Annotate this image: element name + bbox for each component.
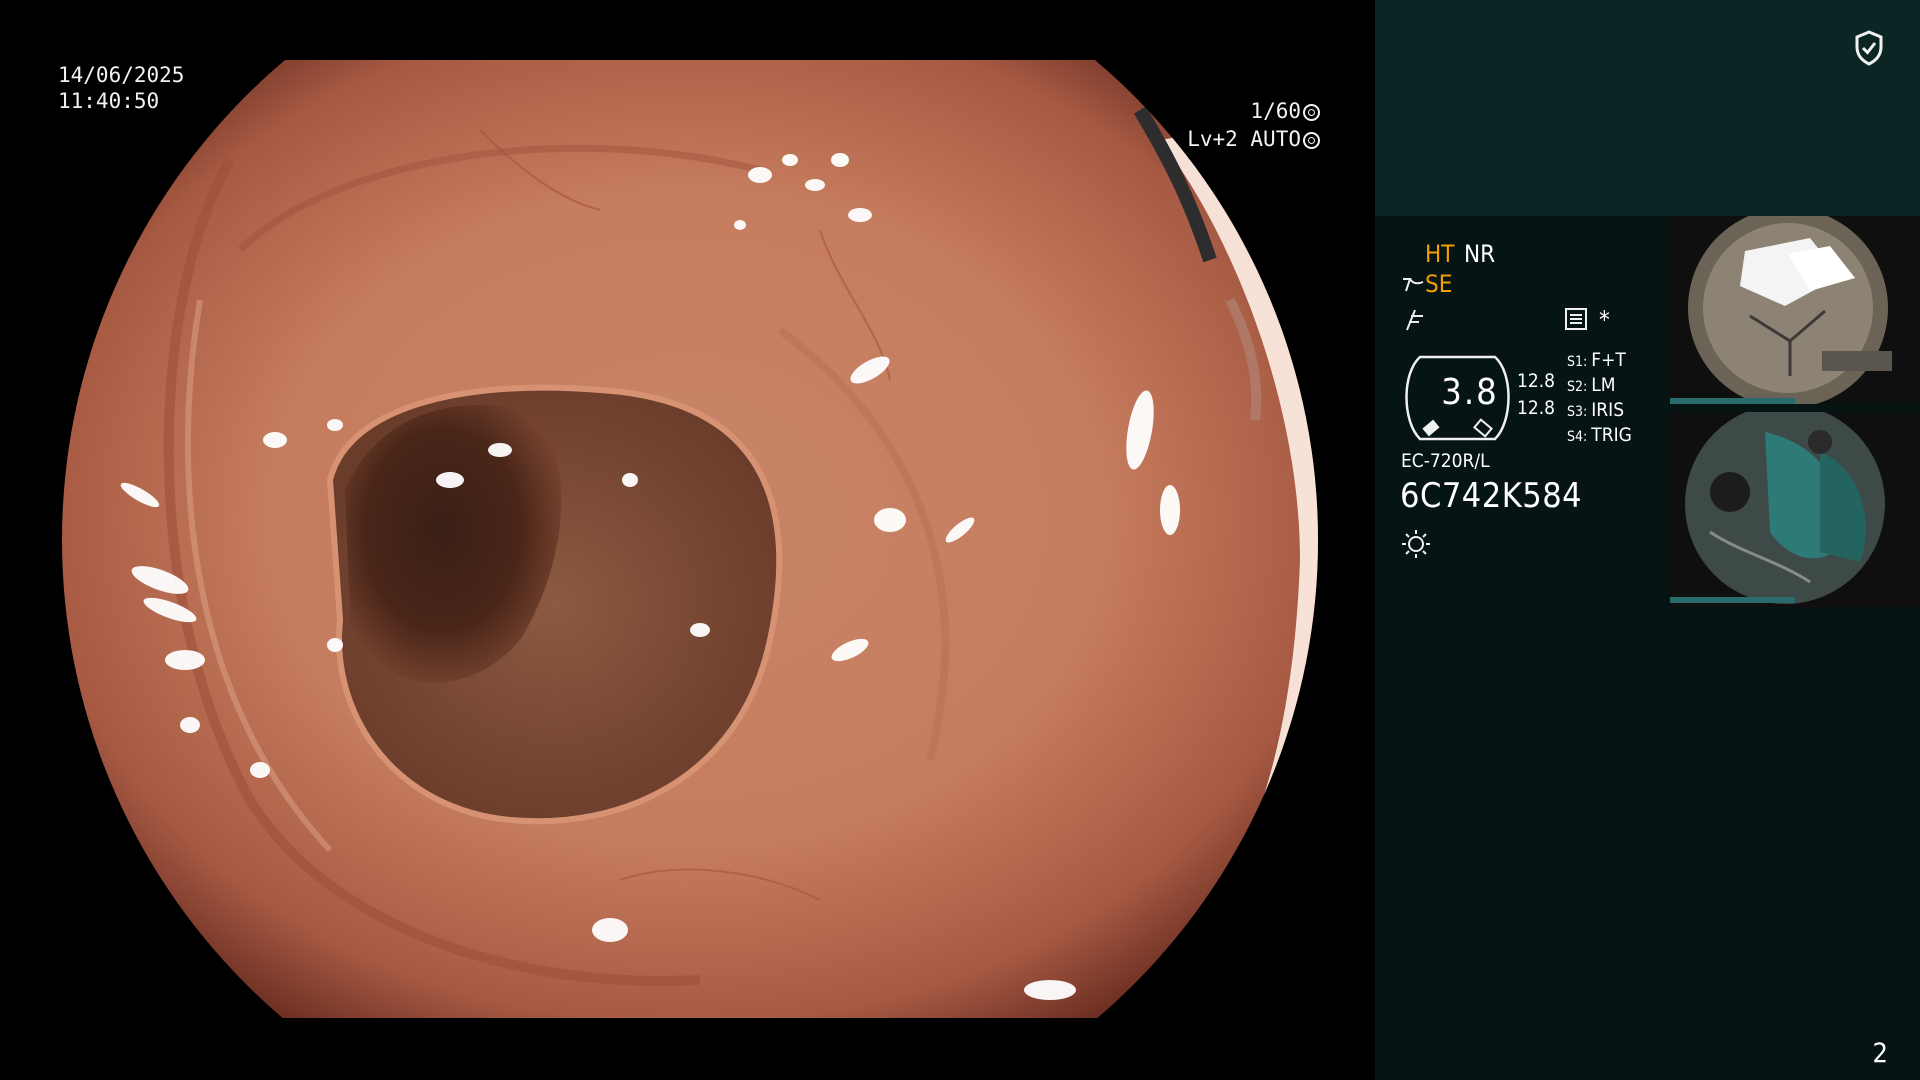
switch-value: LM [1591,374,1616,396]
parameter-b: 12.8 [1517,397,1556,419]
agc-level: Lv+2 AUTO [1187,127,1301,151]
room-camera-thumbnail-2[interactable] [1670,412,1920,607]
enhance-bars-icon [1565,308,1587,330]
zoom-value: 3.8 [1441,372,1499,413]
ht-indicator: HT [1425,240,1455,268]
scope-serial: 6C742K584 [1400,476,1583,516]
shutter-speed: 1/60 [1250,99,1301,123]
endoscope-image [62,60,1318,1018]
switch-s1: S1: F+T [1567,349,1626,371]
time-readout: 11:40:50 [58,89,160,113]
top-info-panel [1375,0,1920,216]
light-icon [1402,530,1430,558]
se-indicator: SE [1425,270,1453,298]
switch-key: S1: [1567,354,1588,370]
iris-icon [1303,132,1320,149]
freeze-icon [1406,309,1423,331]
switch-s3: S3: IRIS [1567,399,1624,421]
procedure-room-image [1670,412,1920,607]
switch-key: S4: [1567,429,1588,445]
switch-key: S3: [1567,404,1588,420]
switch-key: S2: [1567,379,1588,395]
date-readout: 14/06/2025 [58,63,185,87]
scope-model: EC-720R/L [1401,450,1490,472]
parameter-a: 12.8 [1517,370,1556,392]
nr-indicator: NR [1464,240,1496,268]
switch-s4: S4: TRIG [1567,424,1632,446]
agc-row: Lv+2 AUTO [1187,126,1320,152]
shield-check-icon[interactable] [1854,30,1884,66]
switch-value: F+T [1591,349,1626,371]
shutter-icon [1303,104,1320,121]
switch-s2: S2: LM [1567,374,1616,396]
switch-value: TRIG [1591,424,1632,446]
switch-value: IRIS [1591,399,1625,421]
ceiling-view-image [1670,216,1920,404]
room-camera-thumbnail-1[interactable] [1670,216,1920,404]
endoscope-view: 14/06/2025 11:40:50 1/60 Lv+2 AUTO [0,0,1375,1080]
se-icon [1403,278,1424,292]
star-indicator: * [1599,306,1610,334]
shutter-row: 1/60 [1250,98,1320,124]
page-number: 2 [1872,1038,1888,1069]
